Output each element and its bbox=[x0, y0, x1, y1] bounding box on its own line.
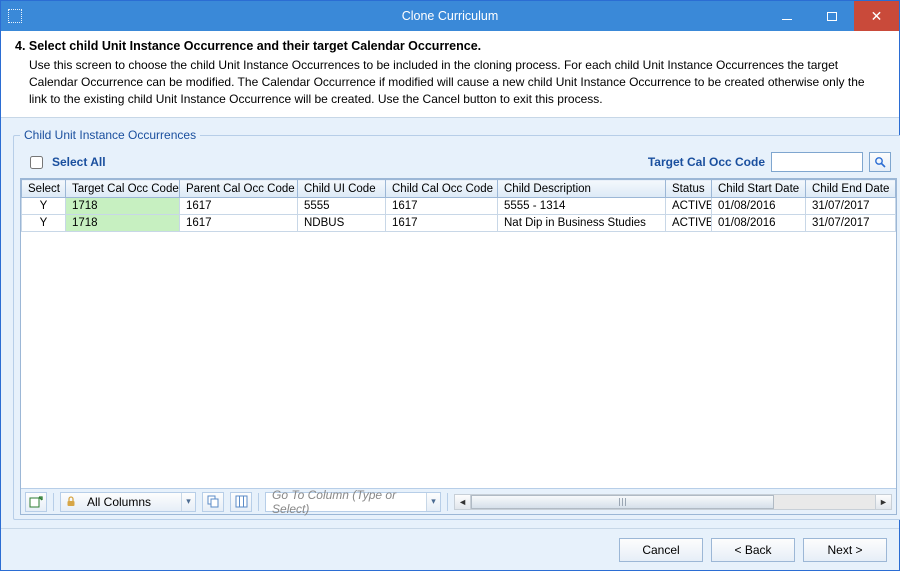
grid-container: Select Target Cal Occ Code Parent Cal Oc… bbox=[20, 178, 897, 515]
horizontal-scrollbar[interactable]: ◄ ► bbox=[454, 494, 892, 510]
all-columns-dropdown[interactable]: All Columns ▾ bbox=[60, 492, 196, 512]
cell-status: ACTIVE bbox=[666, 198, 712, 215]
group-legend: Child Unit Instance Occurrences bbox=[20, 128, 200, 142]
copy-button[interactable] bbox=[202, 492, 224, 512]
wizard-body: Child Unit Instance Occurrences Select A… bbox=[1, 118, 899, 528]
scroll-left-arrow[interactable]: ◄ bbox=[455, 495, 471, 509]
target-lookup-button[interactable] bbox=[869, 152, 891, 172]
cell-select[interactable]: Y bbox=[22, 215, 66, 232]
col-select[interactable]: Select bbox=[22, 180, 66, 198]
next-button[interactable]: Next > bbox=[803, 538, 887, 562]
cell-end: 31/07/2017 bbox=[806, 198, 896, 215]
scroll-right-arrow[interactable]: ► bbox=[875, 495, 891, 509]
minimize-button[interactable] bbox=[764, 1, 809, 31]
export-icon bbox=[29, 495, 43, 509]
col-child-ui-code[interactable]: Child UI Code bbox=[298, 180, 386, 198]
col-status[interactable]: Status bbox=[666, 180, 712, 198]
columns-icon bbox=[235, 495, 248, 508]
copy-icon bbox=[207, 495, 220, 508]
cell-ui: 5555 bbox=[298, 198, 386, 215]
select-all-label: Select All bbox=[52, 155, 106, 169]
group-top-row: Select All Target Cal Occ Code bbox=[20, 148, 897, 178]
wizard-footer: Cancel < Back Next > bbox=[1, 528, 899, 570]
close-button[interactable]: ✕ bbox=[854, 1, 899, 31]
select-all-checkbox[interactable] bbox=[30, 156, 43, 169]
chevron-down-icon: ▾ bbox=[181, 493, 195, 511]
scroll-track[interactable] bbox=[471, 495, 875, 509]
export-button[interactable] bbox=[25, 492, 47, 512]
select-all-control[interactable]: Select All bbox=[26, 153, 106, 172]
child-occurrences-grid[interactable]: Select Target Cal Occ Code Parent Cal Oc… bbox=[21, 179, 896, 232]
grid-toolbar: All Columns ▾ Go To Column (Type or Sele… bbox=[21, 488, 896, 514]
child-occurrences-group: Child Unit Instance Occurrences Select A… bbox=[13, 128, 900, 520]
table-row[interactable]: Y 1718 1617 5555 1617 5555 - 1314 ACTIVE… bbox=[22, 198, 896, 215]
system-menu-icon[interactable] bbox=[1, 1, 29, 31]
step-title: 4. Select child Unit Instance Occurrence… bbox=[15, 39, 885, 53]
table-row[interactable]: Y 1718 1617 NDBUS 1617 Nat Dip in Busine… bbox=[22, 215, 896, 232]
cancel-button[interactable]: Cancel bbox=[619, 538, 703, 562]
col-parent-cal-occ-code[interactable]: Parent Cal Occ Code bbox=[180, 180, 298, 198]
cell-parent: 1617 bbox=[180, 215, 298, 232]
all-columns-label: All Columns bbox=[81, 495, 181, 509]
cell-child-occ: 1617 bbox=[386, 215, 498, 232]
cell-child-occ: 1617 bbox=[386, 198, 498, 215]
columns-button[interactable] bbox=[230, 492, 252, 512]
col-child-start-date[interactable]: Child Start Date bbox=[712, 180, 806, 198]
cell-desc: 5555 - 1314 bbox=[498, 198, 666, 215]
cell-start: 01/08/2016 bbox=[712, 215, 806, 232]
col-target-cal-occ-code[interactable]: Target Cal Occ Code bbox=[66, 180, 180, 198]
back-button[interactable]: < Back bbox=[711, 538, 795, 562]
cell-desc: Nat Dip in Business Studies bbox=[498, 215, 666, 232]
cell-target[interactable]: 1718 bbox=[66, 215, 180, 232]
target-search-label: Target Cal Occ Code bbox=[648, 155, 765, 169]
goto-column-placeholder: Go To Column (Type or Select) bbox=[266, 488, 426, 516]
grid-header-row: Select Target Cal Occ Code Parent Cal Oc… bbox=[22, 180, 896, 198]
cell-status: ACTIVE bbox=[666, 215, 712, 232]
cell-parent: 1617 bbox=[180, 198, 298, 215]
chevron-down-icon: ▾ bbox=[426, 493, 440, 511]
cell-ui: NDBUS bbox=[298, 215, 386, 232]
cell-target[interactable]: 1718 bbox=[66, 198, 180, 215]
col-child-cal-occ-code[interactable]: Child Cal Occ Code bbox=[386, 180, 498, 198]
col-child-description[interactable]: Child Description bbox=[498, 180, 666, 198]
wizard-header: 4. Select child Unit Instance Occurrence… bbox=[1, 31, 899, 118]
target-cal-occ-input[interactable] bbox=[771, 152, 863, 172]
search-icon bbox=[874, 156, 886, 168]
cell-end: 31/07/2017 bbox=[806, 215, 896, 232]
clone-curriculum-window: Clone Curriculum ✕ 4. Select child Unit … bbox=[0, 0, 900, 571]
step-description: Use this screen to choose the child Unit… bbox=[29, 57, 885, 107]
lock-icon bbox=[61, 496, 81, 507]
scroll-thumb[interactable] bbox=[471, 495, 774, 509]
col-child-end-date[interactable]: Child End Date bbox=[806, 180, 896, 198]
cell-start: 01/08/2016 bbox=[712, 198, 806, 215]
titlebar: Clone Curriculum ✕ bbox=[1, 1, 899, 31]
target-cal-occ-search: Target Cal Occ Code bbox=[648, 152, 891, 172]
maximize-button[interactable] bbox=[809, 1, 854, 31]
cell-select[interactable]: Y bbox=[22, 198, 66, 215]
goto-column-dropdown[interactable]: Go To Column (Type or Select) ▾ bbox=[265, 492, 441, 512]
